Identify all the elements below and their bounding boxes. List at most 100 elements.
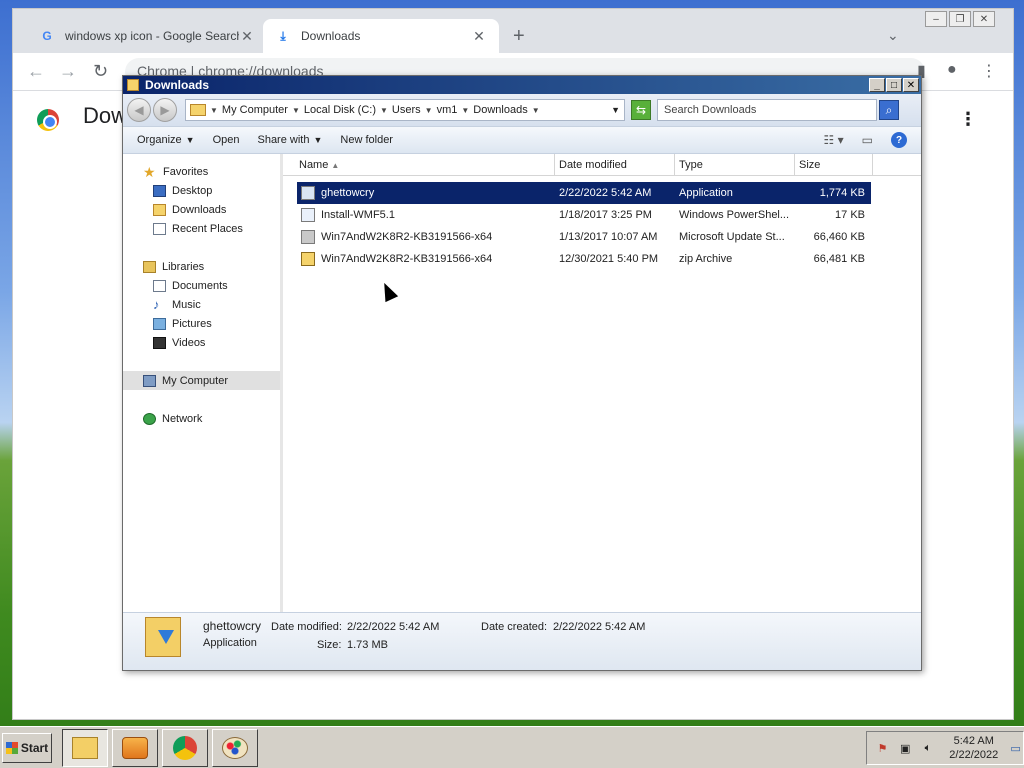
details-pane: ghettowcry Application Date modified: 2/…: [123, 612, 921, 670]
file-name: Win7AndW2K8R2-KB3191566-x64: [321, 253, 493, 265]
chevron-right-icon[interactable]: ▼: [461, 106, 469, 115]
downloads-folder-icon: [153, 203, 166, 216]
new-folder-button[interactable]: New folder: [340, 134, 393, 146]
nav-recent-places[interactable]: Recent Places: [123, 219, 280, 238]
network-status-icon[interactable]: ▣: [898, 741, 913, 755]
libraries-icon: [143, 260, 156, 273]
nav-downloads[interactable]: Downloads: [123, 200, 280, 219]
nav-pictures[interactable]: Pictures: [123, 314, 280, 333]
nav-libraries[interactable]: Libraries: [123, 257, 280, 276]
open-button[interactable]: Open: [213, 134, 240, 146]
chevron-down-icon[interactable]: ▼: [611, 105, 620, 115]
chevron-right-icon[interactable]: ▼: [425, 106, 433, 115]
file-row[interactable]: Install-WMF5.1 1/18/2017 3:25 PM Windows…: [297, 204, 871, 226]
nav-label: Videos: [172, 336, 206, 349]
close-tab-icon[interactable]: ✕: [239, 28, 255, 45]
page-menu-icon[interactable]: ⋮: [959, 109, 977, 130]
show-desktop-icon[interactable]: ▭: [1008, 741, 1023, 755]
share-with-button[interactable]: Share with ▼: [257, 134, 322, 146]
breadcrumb[interactable]: ▼ My Computer ▼ Local Disk (C:) ▼ Users …: [185, 99, 625, 121]
file-type: Windows PowerShel...: [679, 209, 790, 221]
menu-icon[interactable]: ⋮: [981, 61, 997, 81]
breadcrumb-item[interactable]: Users: [392, 104, 421, 116]
volume-icon[interactable]: 🔈︎: [921, 741, 936, 755]
file-date: 1/18/2017 3:25 PM: [559, 209, 652, 221]
taskbar-paint[interactable]: [212, 729, 258, 767]
nav-label: Desktop: [172, 184, 213, 197]
organize-button[interactable]: Organize ▼: [137, 134, 195, 146]
file-size: 17 KB: [835, 209, 865, 221]
column-header-type[interactable]: Type: [675, 154, 795, 175]
tab-google-search[interactable]: G windows xp icon - Google Search ✕: [27, 19, 267, 53]
search-icon[interactable]: ⌕: [879, 100, 899, 120]
clock[interactable]: 5:42 AM 2/22/2022: [949, 734, 998, 762]
nav-videos[interactable]: Videos: [123, 333, 280, 352]
preview-pane-icon[interactable]: ▭: [862, 133, 873, 147]
chevron-right-icon[interactable]: ▼: [380, 106, 388, 115]
title-bar[interactable]: Downloads _ □ ✕: [123, 76, 921, 94]
windows-logo-icon: [5, 742, 18, 754]
documents-icon: [153, 279, 166, 292]
tab-search-chevron-icon[interactable]: ⌄: [887, 27, 899, 44]
nav-network[interactable]: Network: [123, 409, 280, 428]
chrome-window-controls: – ❐ ✕: [925, 11, 995, 27]
sort-ascending-icon: ▲: [331, 161, 340, 170]
tab-title: Downloads: [301, 29, 361, 43]
chevron-right-icon[interactable]: ▼: [292, 106, 300, 115]
minimize-button[interactable]: _: [869, 78, 885, 92]
forward-icon[interactable]: →: [59, 61, 77, 82]
profile-icon[interactable]: ●: [947, 61, 957, 79]
chrome-logo-icon: [37, 109, 59, 131]
nav-documents[interactable]: Documents: [123, 276, 280, 295]
close-button[interactable]: ✕: [903, 78, 919, 92]
breadcrumb-item[interactable]: Local Disk (C:): [304, 104, 376, 116]
back-icon[interactable]: ←: [27, 61, 45, 82]
back-button[interactable]: ◀: [127, 98, 151, 122]
update-package-icon: [301, 230, 315, 244]
start-button[interactable]: Start: [2, 733, 52, 763]
maximize-button[interactable]: □: [886, 78, 902, 92]
column-header-date[interactable]: Date modified: [555, 154, 675, 175]
maximize-icon[interactable]: ❐: [949, 11, 971, 27]
file-row[interactable]: Win7AndW2K8R2-KB3191566-x64 12/30/2021 5…: [297, 248, 871, 270]
nav-music[interactable]: ♪ Music: [123, 295, 280, 314]
taskbar-explorer[interactable]: [62, 729, 108, 767]
nav-desktop[interactable]: Desktop: [123, 181, 280, 200]
action-center-flag-icon[interactable]: ⚑: [875, 741, 890, 755]
column-header-size[interactable]: Size: [795, 154, 873, 175]
minimize-icon[interactable]: –: [925, 11, 947, 27]
breadcrumb-item[interactable]: My Computer: [222, 104, 288, 116]
google-g-icon: G: [42, 29, 52, 43]
tab-title: windows xp icon - Google Search: [65, 29, 239, 43]
taskbar-chrome[interactable]: [162, 729, 208, 767]
close-icon[interactable]: ✕: [973, 11, 995, 27]
forward-button[interactable]: ▶: [153, 98, 177, 122]
file-name: Install-WMF5.1: [321, 209, 395, 221]
file-rows: ghettowcry 2/22/2022 5:42 AM Application…: [283, 176, 921, 270]
system-tray: ⚑ ▣ 🔈︎ 5:42 AM 2/22/2022 ▭: [866, 731, 1024, 765]
search-input[interactable]: Search Downloads: [657, 99, 877, 121]
chevron-right-icon[interactable]: ▼: [210, 106, 218, 115]
nav-favorites[interactable]: ★ Favorites: [123, 162, 280, 181]
powershell-script-icon: [301, 208, 315, 222]
view-options-icon[interactable]: ☷ ▾: [824, 133, 844, 147]
new-tab-icon[interactable]: +: [513, 25, 525, 48]
column-label: Name: [299, 159, 329, 171]
breadcrumb-item[interactable]: Downloads: [473, 104, 527, 116]
column-header-name[interactable]: Name ▲: [283, 154, 555, 175]
close-tab-icon[interactable]: ✕: [471, 28, 487, 45]
help-icon[interactable]: ?: [891, 132, 907, 148]
window-title: Downloads: [145, 78, 210, 92]
reload-icon[interactable]: ↻: [93, 61, 108, 82]
file-date: 2/22/2022 5:42 AM: [559, 187, 652, 199]
tab-downloads[interactable]: ⤓ Downloads ✕: [263, 19, 499, 53]
file-type: zip Archive: [679, 253, 733, 265]
file-row[interactable]: ghettowcry 2/22/2022 5:42 AM Application…: [297, 182, 871, 204]
breadcrumb-item[interactable]: vm1: [437, 104, 458, 116]
folder-icon: [190, 104, 206, 116]
refresh-button[interactable]: ⇆: [631, 100, 651, 120]
file-row[interactable]: Win7AndW2K8R2-KB3191566-x64 1/13/2017 10…: [297, 226, 871, 248]
nav-my-computer[interactable]: My Computer: [123, 371, 280, 390]
taskbar-media-player[interactable]: [112, 729, 158, 767]
chevron-right-icon[interactable]: ▼: [532, 106, 540, 115]
